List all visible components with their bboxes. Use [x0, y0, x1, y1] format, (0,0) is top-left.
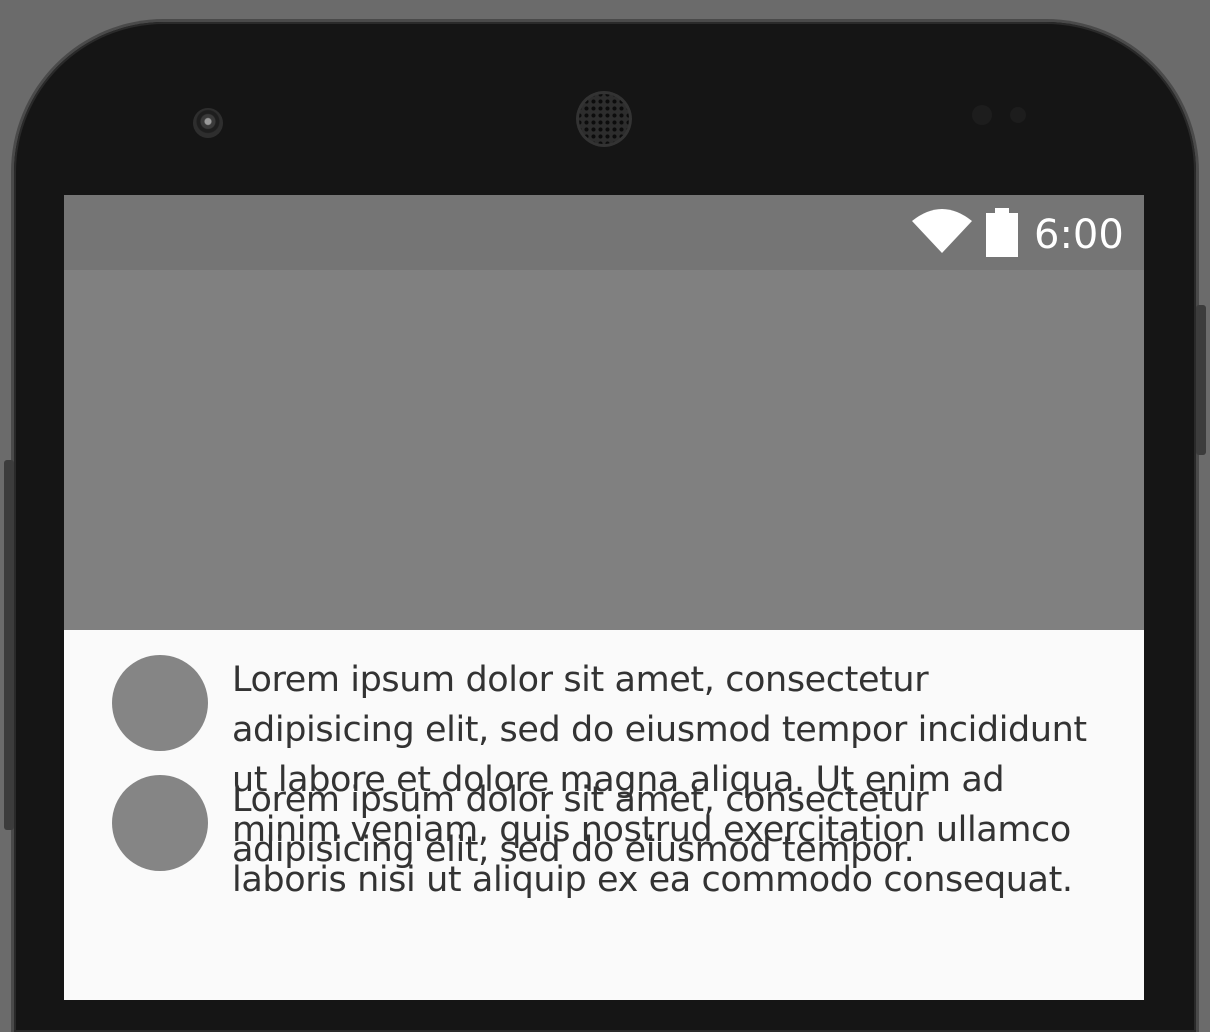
list-item-text: Lorem ipsum dolor sit amet, consectetur …: [232, 780, 929, 870]
status-bar: 6:00: [64, 195, 1144, 270]
status-time: 6:00: [1034, 212, 1124, 258]
power-key-right: [1196, 305, 1206, 455]
earpiece-speaker: [576, 91, 632, 147]
proximity-sensor: [972, 105, 992, 125]
avatar: [112, 775, 208, 871]
front-camera: [193, 108, 223, 138]
avatar: [112, 655, 208, 751]
screen: 6:00 Lorem ipsum dolor sit amet, consect…: [64, 195, 1144, 1000]
wifi-icon: [912, 209, 972, 253]
battery-icon: [986, 208, 1018, 257]
app-bar: [64, 270, 1144, 630]
volume-key-left: [4, 460, 14, 830]
light-sensor: [1010, 107, 1026, 123]
